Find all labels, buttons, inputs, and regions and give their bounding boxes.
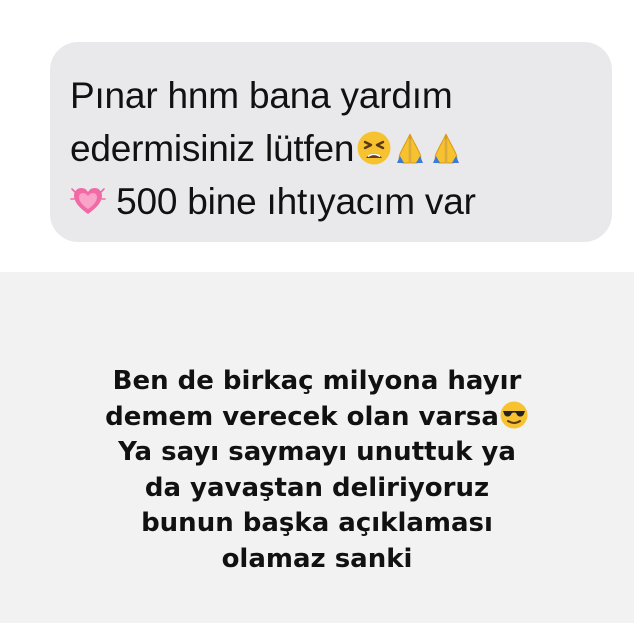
caption-line-5: bunun başka açıklaması	[141, 508, 493, 538]
message-bubble: Pınar hnm bana yardım edermisiniz lütfen…	[50, 42, 612, 242]
caption-line-4: da yavaştan deliriyoruz	[144, 472, 490, 503]
caption-text: Ben de birkaç milyona hayır demem verece…	[0, 364, 634, 577]
growing-heart-icon	[70, 183, 106, 219]
caption-line-2: demem verecek olan varsa	[0, 400, 634, 436]
caption-line-1: Ben de birkaç milyona hayır	[112, 366, 522, 396]
message-line-2: edermisiniz lütfen	[70, 122, 592, 175]
message-line-3: 500 bine ıhtıyacım var	[70, 175, 592, 228]
tired-face-icon	[356, 130, 392, 166]
folded-hands-icon	[392, 130, 428, 166]
caption-line-6: olamaz sanki	[221, 543, 413, 574]
message-line-1: Pınar hnm bana yardım	[70, 75, 453, 116]
folded-hands-icon	[428, 130, 464, 166]
sunglasses-face-icon	[499, 400, 529, 430]
caption-line-2-text: demem verecek olan varsa	[105, 401, 499, 432]
caption-line-3: Ya sayı saymayı unuttuk ya	[118, 437, 516, 467]
message-line-3-text: 500 bine ıhtıyacım var	[116, 181, 476, 222]
message-line-2-text: edermisiniz lütfen	[70, 128, 355, 169]
